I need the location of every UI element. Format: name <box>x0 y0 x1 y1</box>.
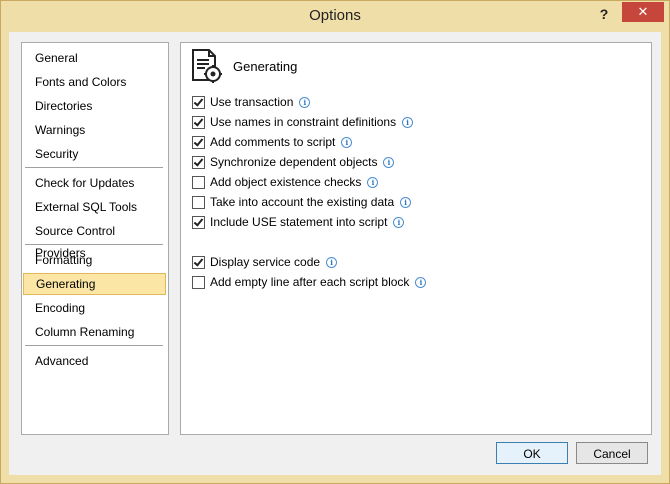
settings-panel: Generating Use transaction i Use names i… <box>180 42 652 435</box>
nav-item-fonts-and-colors[interactable]: Fonts and Colors <box>23 71 166 93</box>
window-title: Options <box>309 7 361 24</box>
option-add-object-existence-checks[interactable]: Add object existence checks i <box>192 174 379 190</box>
checkbox[interactable] <box>192 115 205 129</box>
nav-item-warnings[interactable]: Warnings <box>23 119 166 141</box>
category-list: General Fonts and Colors Directories War… <box>21 42 169 435</box>
nav-separator <box>25 244 163 245</box>
info-icon[interactable]: i <box>402 116 414 128</box>
option-synchronize-dependent-objects[interactable]: Synchronize dependent objects i <box>192 154 395 170</box>
close-button[interactable]: ✕ <box>622 2 664 22</box>
option-label: Include USE statement into script <box>210 215 388 229</box>
info-icon[interactable]: i <box>326 256 338 268</box>
option-label: Use transaction <box>210 95 294 109</box>
checkbox[interactable] <box>192 135 205 149</box>
nav-item-generating[interactable]: Generating <box>23 273 166 295</box>
option-take-into-account-existing-data[interactable]: Take into account the existing data i <box>192 194 412 210</box>
info-icon[interactable]: i <box>400 196 412 208</box>
option-include-use-statement[interactable]: Include USE statement into script i <box>192 214 405 230</box>
title-bar: Options ? ✕ <box>1 1 669 31</box>
checkbox[interactable] <box>192 215 205 229</box>
script-settings-icon <box>191 49 223 83</box>
info-icon[interactable]: i <box>383 156 395 168</box>
info-icon[interactable]: i <box>367 176 379 188</box>
ok-button[interactable]: OK <box>496 442 568 464</box>
nav-item-advanced[interactable]: Advanced <box>23 350 166 372</box>
option-label: Take into account the existing data <box>210 195 395 209</box>
checkbox[interactable] <box>192 255 205 269</box>
cancel-button[interactable]: Cancel <box>576 442 648 464</box>
help-button[interactable]: ? <box>593 4 615 24</box>
option-use-transaction[interactable]: Use transaction i <box>192 94 311 110</box>
checkbox[interactable] <box>192 275 205 289</box>
nav-separator <box>25 345 163 346</box>
option-display-service-code[interactable]: Display service code i <box>192 254 338 270</box>
info-icon[interactable]: i <box>415 276 427 288</box>
nav-item-column-renaming[interactable]: Column Renaming <box>23 321 166 343</box>
nav-item-directories[interactable]: Directories <box>23 95 166 117</box>
nav-item-external-sql-tools[interactable]: External SQL Tools <box>23 196 166 218</box>
checkbox[interactable] <box>192 175 205 189</box>
info-icon[interactable]: i <box>341 136 353 148</box>
dialog-body: General Fonts and Colors Directories War… <box>9 32 661 475</box>
option-add-empty-line-after-script-block[interactable]: Add empty line after each script block i <box>192 274 427 290</box>
nav-item-check-for-updates[interactable]: Check for Updates <box>23 172 166 194</box>
nav-item-general[interactable]: General <box>23 47 166 69</box>
option-label: Display service code <box>210 255 321 269</box>
options-dialog: Options ? ✕ General Fonts and Colors Dir… <box>0 0 670 484</box>
option-add-comments-to-script[interactable]: Add comments to script i <box>192 134 353 150</box>
nav-item-formatting[interactable]: Formatting <box>23 249 166 271</box>
nav-separator <box>25 167 163 168</box>
nav-item-security[interactable]: Security <box>23 143 166 165</box>
option-label: Synchronize dependent objects <box>210 155 378 169</box>
info-icon[interactable]: i <box>299 96 311 108</box>
option-label: Add object existence checks <box>210 175 362 189</box>
option-label: Add empty line after each script block <box>210 275 410 289</box>
option-label: Use names in constraint definitions <box>210 115 397 129</box>
nav-item-source-control-providers[interactable]: Source Control Providers <box>23 220 166 260</box>
info-icon[interactable]: i <box>393 216 405 228</box>
page-title: Generating <box>233 59 298 74</box>
option-label: Add comments to script <box>210 135 336 149</box>
option-use-names-in-constraint-definitions[interactable]: Use names in constraint definitions i <box>192 114 414 130</box>
checkbox[interactable] <box>192 195 205 209</box>
checkbox[interactable] <box>192 95 205 109</box>
checkbox[interactable] <box>192 155 205 169</box>
nav-item-encoding[interactable]: Encoding <box>23 297 166 319</box>
